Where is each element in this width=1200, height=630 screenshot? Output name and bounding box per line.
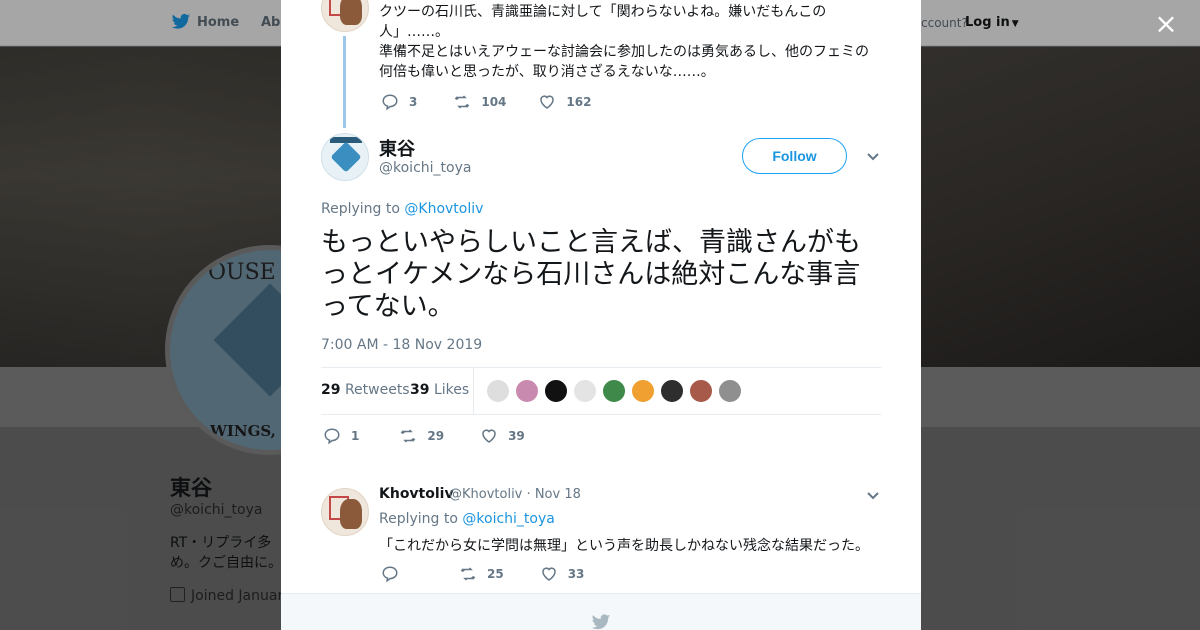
retweet-count: 29 <box>427 429 445 443</box>
likes-label: Likes <box>433 382 470 398</box>
replying-prefix: Replying to <box>379 511 458 527</box>
retweet-button[interactable]: 25 <box>459 565 504 583</box>
reply-count: 1 <box>351 429 360 443</box>
reply-button[interactable]: 3 <box>381 93 417 111</box>
tweet-modal: クツーの石川氏、青識亜論に対して「関わらないよね。嫌いだもんこの人」……。 準備… <box>281 0 921 630</box>
retweets-count: 29 <box>321 382 341 398</box>
modal-footer <box>281 593 921 630</box>
chevron-down-icon[interactable] <box>866 489 880 503</box>
replying-to-link[interactable]: @koichi_toya <box>462 511 554 527</box>
liker-avatar[interactable] <box>718 379 742 403</box>
reply-date[interactable]: Nov 18 <box>535 487 581 502</box>
retweet-button[interactable]: 104 <box>453 93 506 111</box>
retweet-icon <box>455 95 470 109</box>
reply-icon <box>324 428 340 445</box>
avatar-figure <box>340 0 362 25</box>
tweet-stats: 29 Retweets 39 Likes <box>321 367 881 415</box>
like-button[interactable]: 162 <box>538 93 591 111</box>
liker-avatar[interactable] <box>689 379 713 403</box>
liker-avatar[interactable] <box>602 379 626 403</box>
avatar-figure <box>340 499 362 529</box>
heart-icon <box>541 567 556 581</box>
likes-stat[interactable]: 39 Likes <box>410 382 469 398</box>
close-icon[interactable]: × <box>1154 10 1178 38</box>
reply-count: 3 <box>409 95 418 109</box>
follow-button[interactable]: Follow <box>742 138 847 174</box>
main-tweet-actions: 1 29 39 <box>323 427 555 445</box>
likers-avatars <box>486 379 747 403</box>
reply-button[interactable]: 1 <box>323 427 359 445</box>
liker-avatar[interactable] <box>515 379 539 403</box>
stats-divider <box>473 368 474 414</box>
retweet-icon <box>401 429 416 443</box>
liker-avatar[interactable] <box>660 379 684 403</box>
reply-replying-to: Replying to @koichi_toya <box>379 511 555 527</box>
liker-avatar[interactable] <box>573 379 597 403</box>
thread-connector <box>343 36 346 128</box>
reply-tweet-actions: 25 33 <box>381 565 614 583</box>
retweets-stat[interactable]: 29 Retweets <box>321 382 410 398</box>
reply-button[interactable] <box>381 565 409 583</box>
retweet-icon <box>460 567 476 581</box>
retweet-button[interactable]: 29 <box>399 427 444 445</box>
reply-author-name[interactable]: Khovtoliv <box>379 486 454 502</box>
replying-prefix: Replying to <box>321 201 400 217</box>
tweet-text: もっといやらしいこと言えば、青識さんがもっとイケメンなら石川さんは絶対こんな事言… <box>321 227 861 322</box>
khovtoliv-avatar[interactable] <box>321 488 369 536</box>
liker-avatar[interactable] <box>544 379 568 403</box>
reply-tweet-text: 「これだから女に学問は無理」という声を助長しかねない残念な結果だった。 <box>379 538 869 554</box>
toya-avatar[interactable] <box>321 133 369 181</box>
retweet-count: 104 <box>481 95 507 109</box>
replying-to-link[interactable]: @Khovtoliv <box>404 201 483 217</box>
author-name[interactable]: 東谷 <box>379 135 415 161</box>
twitter-bird-icon <box>591 614 611 630</box>
heart-icon <box>540 95 555 109</box>
chevron-down-icon[interactable] <box>866 150 880 164</box>
reply-icon <box>382 94 398 111</box>
heart-icon <box>482 429 496 443</box>
liker-avatar[interactable] <box>631 379 655 403</box>
retweets-label: Retweets <box>344 382 410 398</box>
replying-to: Replying to @Khovtoliv <box>321 201 483 217</box>
retweet-count: 25 <box>487 567 504 581</box>
meta-separator: · <box>526 487 531 502</box>
khovtoliv-avatar[interactable] <box>321 0 369 32</box>
like-count: 162 <box>566 95 592 109</box>
reply-icon <box>382 566 398 583</box>
tweet-timestamp[interactable]: 7:00 AM - 18 Nov 2019 <box>321 337 482 353</box>
reply-author-handle[interactable]: @Khovtoliv <box>449 487 522 502</box>
reply-meta: @Khovtoliv · Nov 18 <box>449 487 581 502</box>
avatar-emblem <box>330 141 362 173</box>
like-button[interactable]: 39 <box>480 427 525 445</box>
likes-count: 39 <box>410 382 430 398</box>
like-count: 39 <box>508 429 525 443</box>
liker-avatar[interactable] <box>486 379 510 403</box>
previous-tweet-text: クツーの石川氏、青識亜論に対して「関わらないよね。嫌いだもんこの人」……。 準備… <box>379 4 869 80</box>
author-handle[interactable]: @koichi_toya <box>379 160 471 176</box>
previous-tweet-actions: 3 104 162 <box>381 93 621 111</box>
like-count: 33 <box>567 567 585 581</box>
like-button[interactable]: 33 <box>540 565 585 583</box>
